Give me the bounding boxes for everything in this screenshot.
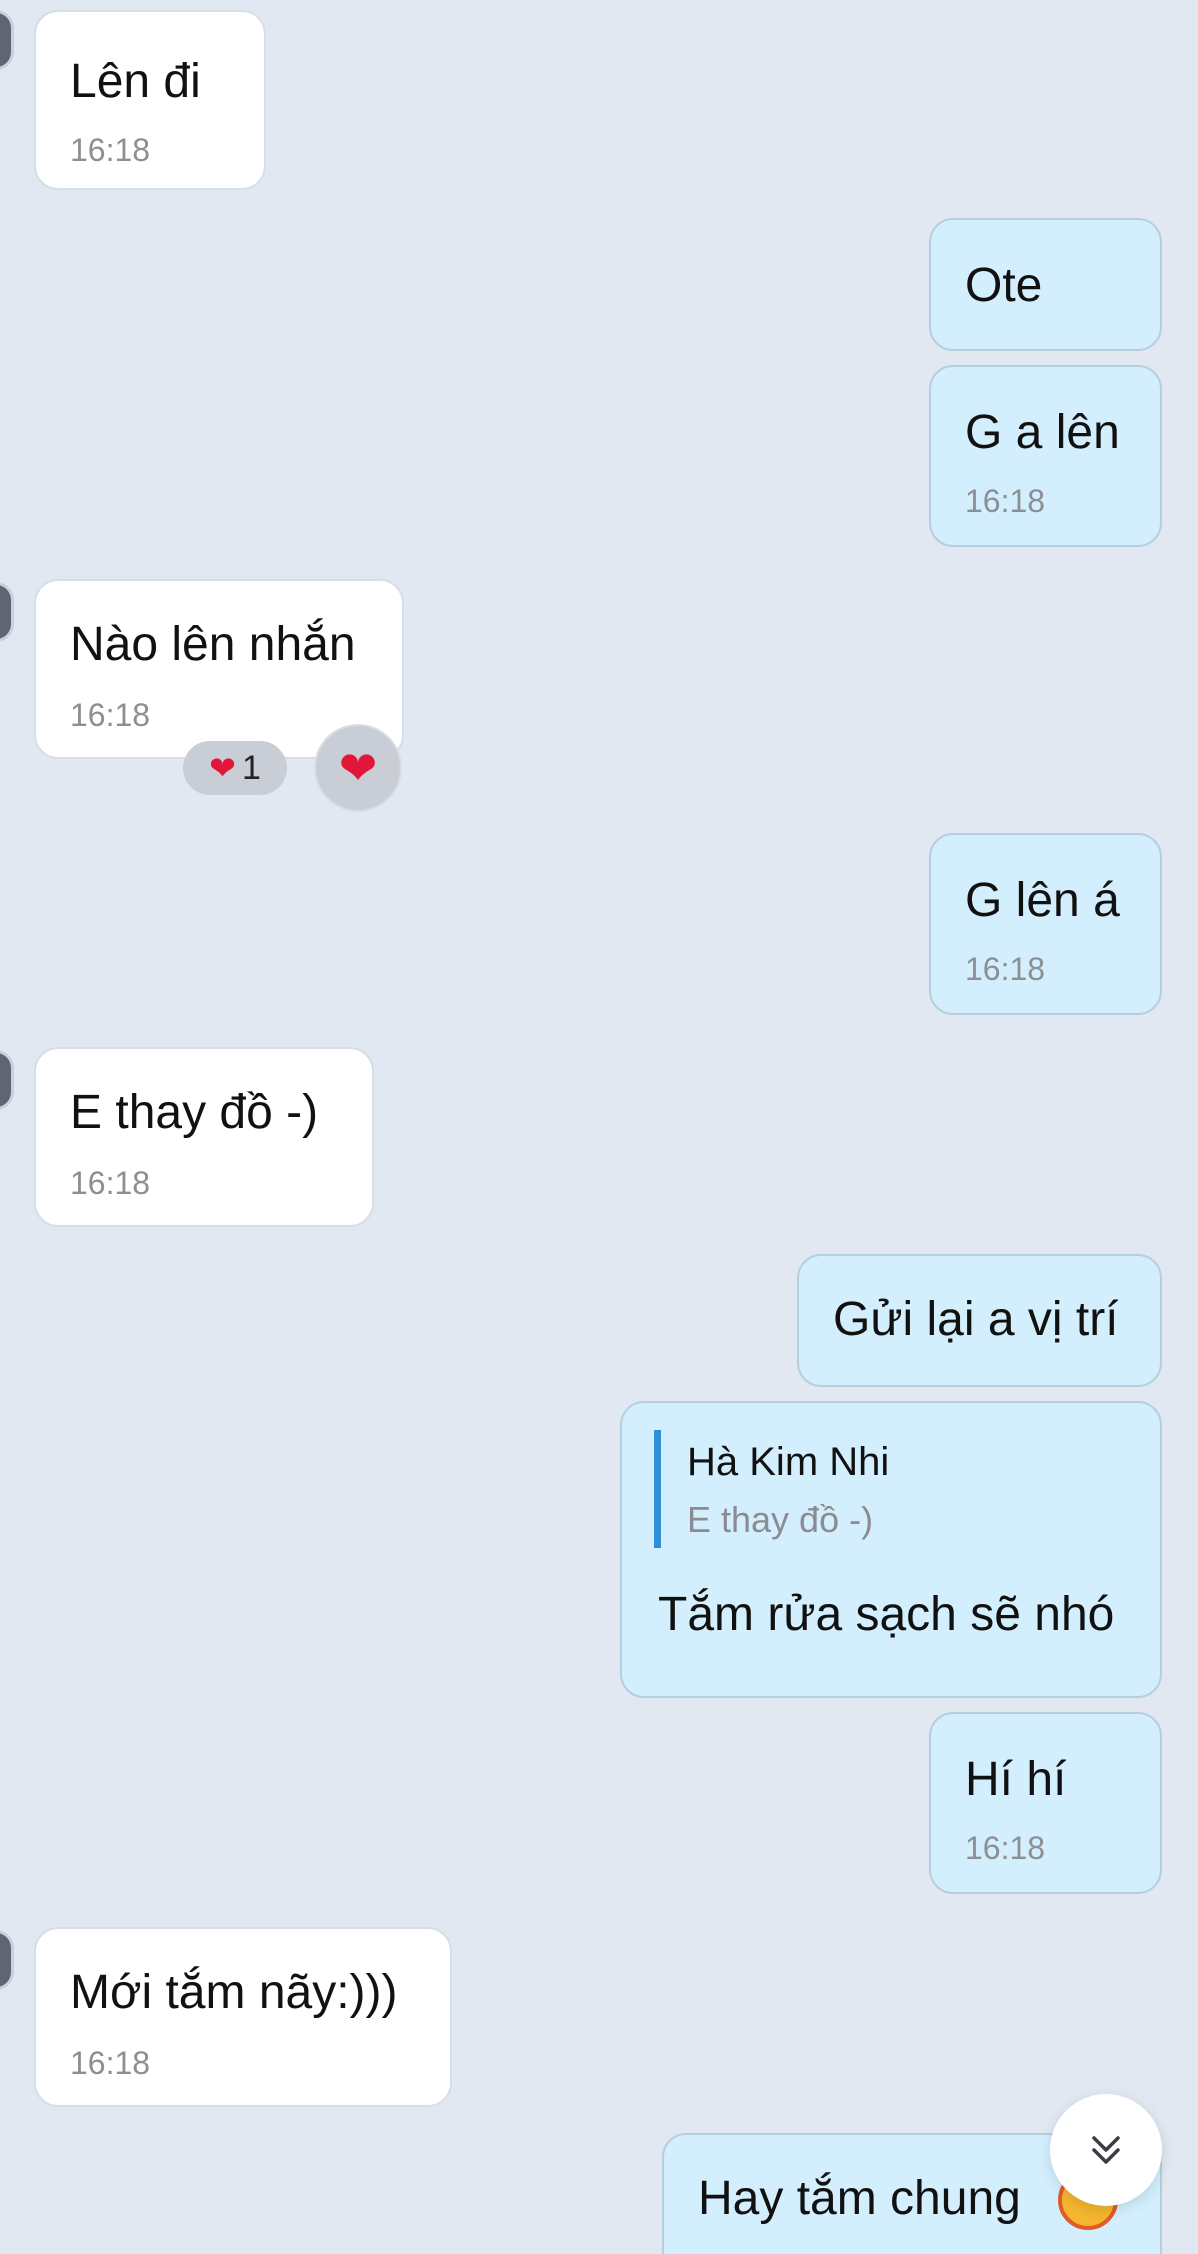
outgoing-message[interactable]: G a lên 16:18 <box>929 365 1162 547</box>
double-chevron-down-icon <box>1092 2136 1120 2164</box>
sender-avatar[interactable] <box>0 1050 14 1110</box>
message-time: 16:18 <box>965 483 1046 519</box>
message-time: 16:18 <box>70 2045 151 2081</box>
message-text: Ote <box>965 259 1043 312</box>
outgoing-message[interactable]: Ote <box>929 218 1162 351</box>
quoted-author: Hà Kim Nhi <box>687 1440 890 1484</box>
incoming-message[interactable]: Mới tắm nãy:))) 16:18 <box>34 1927 452 2107</box>
message-time: 16:18 <box>965 951 1046 987</box>
outgoing-message[interactable]: G lên á 16:18 <box>929 833 1162 1015</box>
message-text: G a lên <box>965 406 1120 459</box>
message-time: 16:18 <box>70 1165 151 1201</box>
reaction-count-badge[interactable]: ❤ 1 <box>183 741 287 795</box>
message-text: Hí hí <box>965 1753 1067 1806</box>
message-text: Mới tắm nãy:))) <box>70 1966 398 2019</box>
message-text: E thay đồ -) <box>70 1086 319 1139</box>
sender-avatar[interactable] <box>0 582 14 642</box>
outgoing-message[interactable]: Hí hí 16:18 <box>929 1712 1162 1894</box>
chat-messages-area[interactable]: Lên đi 16:18 Ote G a lên 16:18 Nào lên n… <box>0 0 1198 2254</box>
message-text: Gửi lại a vị trí <box>833 1293 1119 1346</box>
outgoing-message[interactable]: Gửi lại a vị trí <box>797 1254 1162 1387</box>
message-text: Tắm rửa sạch sẽ nhó <box>658 1588 1115 1641</box>
message-time: 16:18 <box>70 697 151 733</box>
heart-icon: ❤ <box>338 742 378 794</box>
scroll-to-bottom-button[interactable] <box>1050 2094 1162 2206</box>
message-text: Lên đi <box>70 55 201 108</box>
quoted-text: E thay đồ -) <box>687 1499 874 1540</box>
heart-icon: ❤ <box>209 750 236 786</box>
sender-avatar[interactable] <box>0 10 14 70</box>
sender-avatar[interactable] <box>0 1930 14 1990</box>
message-time: 16:18 <box>965 1830 1046 1866</box>
incoming-message[interactable]: Lên đi 16:18 <box>34 10 266 190</box>
react-button[interactable]: ❤ <box>314 724 402 812</box>
reaction-count: 1 <box>241 748 261 787</box>
incoming-message[interactable]: E thay đồ -) 16:18 <box>34 1047 374 1227</box>
message-text: G lên á <box>965 874 1120 927</box>
message-time: 16:18 <box>70 132 151 168</box>
message-text: Nào lên nhắn <box>70 618 356 671</box>
quoted-message[interactable]: Hà Kim Nhi E thay đồ -) <box>654 1430 889 1548</box>
